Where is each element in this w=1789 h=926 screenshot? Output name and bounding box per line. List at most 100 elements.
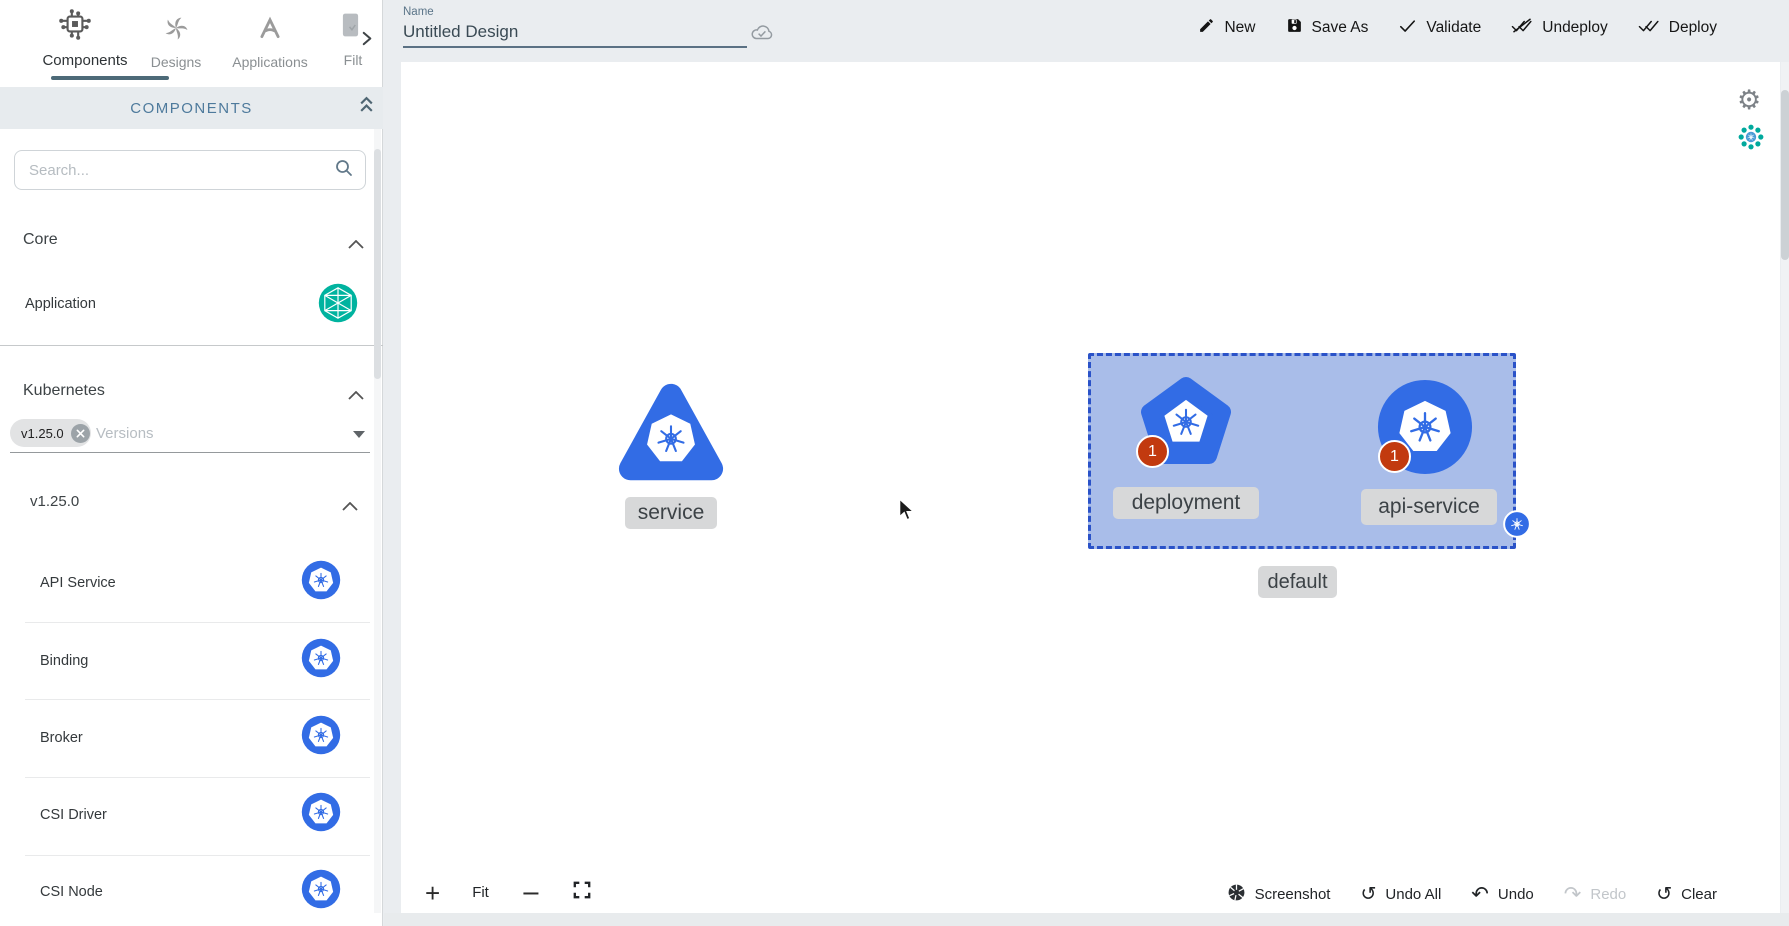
component-item-label: API Service (40, 575, 116, 591)
component-item-label: Application (25, 296, 96, 312)
component-item-binding[interactable]: Binding (0, 636, 383, 684)
screenshot-button[interactable]: Screenshot (1227, 883, 1331, 906)
shutter-icon (1227, 883, 1246, 906)
node-label-service: service (625, 497, 717, 529)
tab-applications[interactable]: Applications (220, 0, 320, 86)
save-as-button[interactable]: Save As (1286, 17, 1369, 39)
filters-icon (341, 12, 360, 43)
row-divider (25, 777, 370, 778)
caret-down-icon[interactable] (353, 431, 365, 438)
history-controls: Screenshot ↺ Undo All ↶ Undo ↷ Redo ↺ Cl… (1227, 883, 1717, 906)
clear-button[interactable]: ↺ Clear (1656, 885, 1717, 904)
redo-button[interactable]: ↷ Redo (1564, 885, 1626, 904)
zoom-in-button[interactable]: + (425, 883, 440, 903)
applications-icon (257, 15, 283, 46)
tab-components-label: Components (30, 52, 140, 69)
sidebar-scrollbar[interactable] (374, 129, 381, 913)
deploy-button-label: Deploy (1669, 19, 1717, 37)
gear-icon[interactable]: ⚙ (1737, 85, 1761, 116)
kubernetes-service-icon (613, 380, 729, 488)
component-item-label: Binding (40, 653, 88, 669)
versions-placeholder: Versions (96, 425, 154, 442)
status-badge[interactable]: 1 (1378, 440, 1411, 473)
mouse-cursor (898, 498, 917, 527)
node-label-deployment: deployment (1113, 487, 1259, 519)
topbar-actions: New Save As Validate (1198, 0, 1717, 56)
component-item-label: CSI Driver (40, 807, 107, 823)
component-item-application[interactable]: Application (0, 280, 383, 326)
component-item-label: Broker (40, 730, 83, 746)
search-input[interactable] (29, 162, 335, 179)
design-name-underline (403, 46, 747, 48)
fit-button[interactable]: Fit (472, 884, 489, 901)
kubernetes-icon (301, 869, 341, 909)
components-icon (57, 6, 93, 47)
component-item-broker[interactable]: Broker (0, 713, 383, 761)
clear-button-label: Clear (1681, 886, 1717, 903)
component-item-csi-node[interactable]: CSI Node (0, 867, 383, 915)
close-icon[interactable] (71, 424, 90, 443)
node-label-api-service: api-service (1361, 489, 1497, 525)
double-chevron-up-icon[interactable] (359, 96, 374, 118)
meshery-application-icon (318, 283, 358, 328)
section-title-kubernetes: Kubernetes (23, 382, 105, 400)
bottom-strip (384, 913, 1789, 926)
validate-button-label: Validate (1426, 19, 1481, 37)
tab-designs[interactable]: Designs (140, 0, 212, 86)
chevron-up-icon[interactable] (348, 236, 364, 254)
zoom-controls: + Fit − (425, 881, 591, 904)
zoom-out-button[interactable]: − (521, 883, 541, 903)
save-as-button-label: Save As (1312, 19, 1369, 37)
chevron-up-icon[interactable] (342, 498, 358, 516)
tab-filters-label: Filt (330, 52, 376, 68)
versions-select-underline (10, 452, 370, 453)
chevron-right-icon[interactable] (360, 31, 375, 51)
undeploy-button[interactable]: Undeploy (1511, 16, 1608, 40)
undeploy-button-label: Undeploy (1542, 19, 1608, 37)
component-item-csi-driver[interactable]: CSI Driver (0, 790, 383, 838)
screenshot-button-label: Screenshot (1255, 886, 1331, 903)
undo-icon: ↶ (1471, 885, 1489, 904)
status-badge[interactable]: 1 (1136, 435, 1169, 468)
kubernetes-icon (301, 715, 341, 755)
canvas-scrollbar[interactable] (1781, 62, 1789, 913)
validate-button[interactable]: Validate (1398, 16, 1481, 40)
designs-icon (163, 15, 189, 46)
topbar: New Save As Validate (384, 0, 1789, 62)
kubernetes-icon (301, 792, 341, 832)
design-name-input[interactable]: Untitled Design (403, 22, 518, 42)
version-chip[interactable]: v1.25.0 (10, 419, 91, 447)
component-item-label: CSI Node (40, 884, 103, 900)
deploy-button[interactable]: Deploy (1638, 16, 1717, 40)
tab-components[interactable]: Components (30, 0, 140, 86)
deploy-icon (1638, 16, 1660, 40)
row-divider (25, 622, 370, 623)
new-button-label: New (1224, 19, 1255, 37)
undo-button[interactable]: ↶ Undo (1471, 885, 1533, 904)
kubernetes-context-icon[interactable] (1738, 124, 1764, 155)
chevron-up-icon[interactable] (348, 387, 364, 405)
group-kubernetes-icon[interactable] (1503, 510, 1531, 543)
group-label-default: default (1258, 566, 1337, 598)
node-service[interactable] (613, 380, 729, 488)
panel-title: COMPONENTS (130, 100, 253, 117)
clear-icon: ↺ (1656, 885, 1672, 904)
cloud-check-icon (749, 22, 775, 47)
kubernetes-icon (301, 638, 341, 678)
version-chip-label: v1.25.0 (21, 426, 64, 441)
undo-all-button-label: Undo All (1385, 886, 1441, 903)
fullscreen-icon[interactable] (573, 881, 591, 904)
undo-all-button[interactable]: ↺ Undo All (1360, 885, 1441, 904)
check-icon (1398, 16, 1417, 40)
kubernetes-icon (301, 560, 341, 600)
tab-designs-label: Designs (140, 54, 212, 70)
component-item-api-service[interactable]: API Service (0, 558, 383, 606)
undeploy-icon (1511, 16, 1533, 40)
row-divider (25, 699, 370, 700)
restore-icon: ↺ (1360, 885, 1376, 904)
design-name-label: Name (403, 6, 434, 18)
search-icon (335, 159, 353, 182)
redo-icon: ↷ (1564, 885, 1582, 904)
redo-button-label: Redo (1590, 886, 1626, 903)
new-button[interactable]: New (1198, 17, 1255, 39)
